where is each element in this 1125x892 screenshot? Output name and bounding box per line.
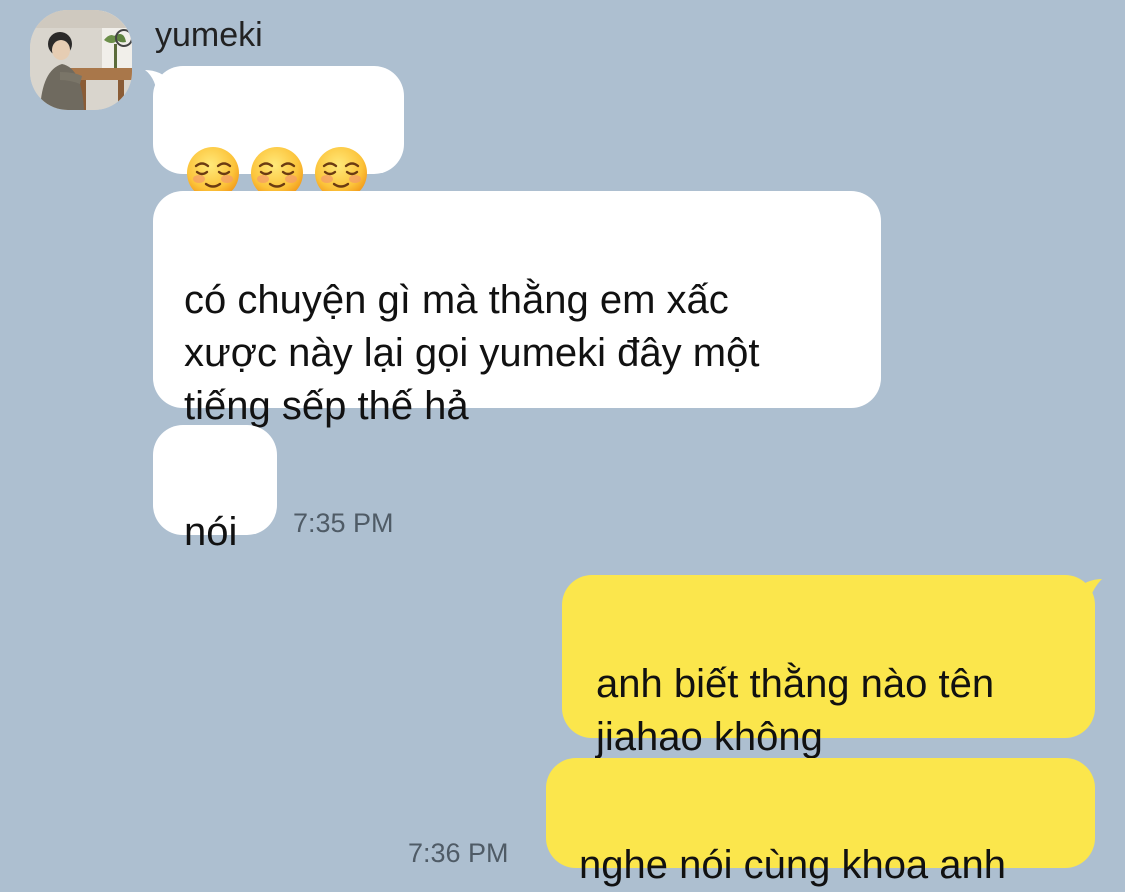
outgoing-message-text: nghe nói cùng khoa anh — [579, 843, 1007, 887]
incoming-message-text: có chuyện gì mà thằng em xấc xược này lạ… — [184, 278, 760, 428]
incoming-emoji-message[interactable] — [153, 66, 404, 199]
outgoing-message-bubble[interactable]: anh biết thằng nào tên jiahao không — [562, 575, 1095, 759]
outgoing-message-bubble[interactable]: nghe nói cùng khoa anh — [546, 758, 1095, 887]
outgoing-timestamp: 7:36 PM — [408, 838, 509, 868]
avatar-photo — [30, 10, 132, 110]
outgoing-message-text: anh biết thằng nào tên jiahao không — [596, 662, 995, 759]
contact-avatar[interactable] — [30, 10, 132, 110]
incoming-message-text: nói — [184, 510, 238, 554]
contact-name: yumeki — [155, 16, 263, 54]
incoming-timestamp: 7:35 PM — [293, 508, 394, 538]
chat-screen: yumeki có chuyện gì mà thằng em xấc xược… — [0, 0, 1125, 889]
incoming-message-bubble[interactable]: có chuyện gì mà thằng em xấc xược này lạ… — [153, 191, 881, 428]
incoming-message-bubble[interactable]: nói — [153, 425, 277, 554]
